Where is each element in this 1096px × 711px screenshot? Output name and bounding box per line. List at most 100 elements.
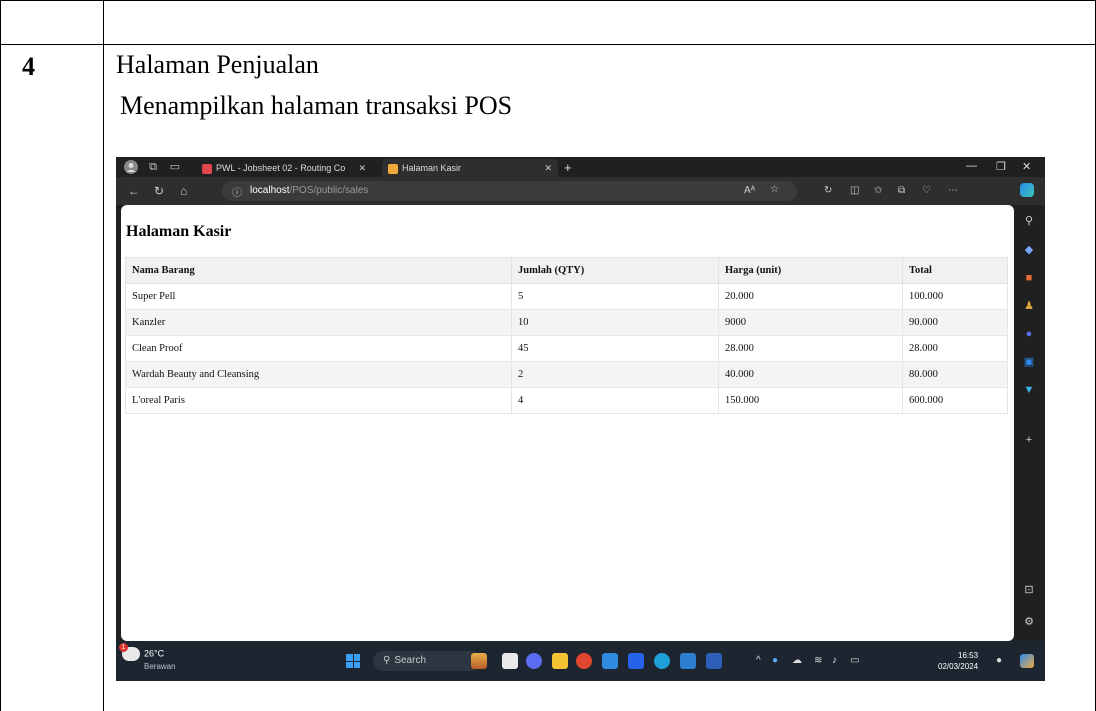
sidebar-copilot-icon[interactable]: ●: [1022, 327, 1036, 341]
table-row-divider: [0, 44, 1096, 45]
mail-icon[interactable]: [602, 653, 618, 669]
launcher-icon[interactable]: [628, 653, 644, 669]
vscode-icon[interactable]: [680, 653, 696, 669]
page-heading: Halaman Kasir: [126, 223, 232, 240]
cell-item-name: Wardah Beauty and Cleansing: [125, 361, 512, 388]
sidebar-settings-icon[interactable]: ⚙: [1022, 615, 1036, 629]
weather-widget[interactable]: 1 26°C Berawan: [119, 643, 176, 672]
tab-halaman-kasir[interactable]: Halaman Kasir ✕: [382, 159, 558, 177]
url-text: localhost/POS/public/sales: [250, 185, 369, 196]
sidebar-shopping-icon[interactable]: ◆: [1022, 243, 1036, 257]
sidebar-games-icon[interactable]: ♟: [1022, 299, 1036, 313]
tab-label: PWL - Jobsheet 02 - Routing Co: [216, 163, 346, 173]
cell-price: 40.000: [718, 361, 903, 388]
sidebar-screenshot-icon[interactable]: ⊡: [1022, 583, 1036, 597]
cell-total: 90.000: [902, 309, 1008, 336]
cell-item-name: L'oreal Paris: [125, 387, 512, 414]
profile-avatar-icon[interactable]: [124, 160, 138, 174]
edge-sidebar: ⚲ ◆ ■ ♟ ● ▣ ▼ + ⊡ ⚙: [1014, 205, 1045, 681]
sidebar-outlook-icon[interactable]: ▣: [1022, 355, 1036, 369]
tray-app-icon[interactable]: ●: [772, 655, 778, 666]
notification-badge: 1: [119, 643, 128, 652]
favorites-icon[interactable]: ✩: [874, 185, 882, 196]
copilot-refresh-icon[interactable]: ↻: [824, 185, 832, 196]
sidebar-drop-icon[interactable]: ▼: [1022, 383, 1036, 397]
favorite-star-icon[interactable]: ☆: [770, 184, 779, 195]
close-tab-icon[interactable]: ✕: [544, 159, 552, 177]
cell-qty: 10: [511, 309, 719, 336]
site-info-icon[interactable]: ⓘ: [232, 184, 242, 199]
time: 16:53: [958, 651, 979, 660]
section-title: Halaman Penjualan: [116, 50, 319, 79]
collections-icon[interactable]: ⧉: [898, 185, 905, 196]
windows-taskbar: 1 26°C Berawan ⚲ Search ^ ● ☁ ≋ ♪ ▭ 16:53 0…: [116, 641, 1045, 681]
table-row: Clean Proof 45 28.000 28.000: [125, 335, 1008, 362]
close-window-icon[interactable]: ✕: [1022, 160, 1031, 173]
sidebar-search-icon[interactable]: ⚲: [1022, 214, 1036, 228]
windows-start-icon[interactable]: [346, 654, 360, 668]
column-header: Harga (unit): [718, 257, 903, 284]
file-explorer-icon[interactable]: [552, 653, 568, 669]
table-header-row: Nama Barang Jumlah (QTY) Harga (unit) To…: [125, 257, 1008, 284]
minimize-icon[interactable]: —: [966, 160, 977, 172]
cell-total: 100.000: [902, 283, 1008, 310]
tab-actions-icon[interactable]: ▭: [168, 160, 182, 174]
refresh-icon[interactable]: ↻: [154, 184, 164, 198]
cell-price: 20.000: [718, 283, 903, 310]
column-header: Nama Barang: [125, 257, 512, 284]
edge-icon[interactable]: [654, 653, 670, 669]
cell-qty: 5: [511, 283, 719, 310]
copilot-taskbar-icon[interactable]: [1020, 654, 1034, 668]
sidebar-add-icon[interactable]: +: [1022, 433, 1036, 447]
cell-price: 9000: [718, 309, 903, 336]
table-row: Kanzler 10 9000 90.000: [125, 309, 1008, 336]
restore-icon[interactable]: ❐: [996, 160, 1006, 173]
cell-total: 600.000: [902, 387, 1008, 414]
copilot-icon[interactable]: [1020, 183, 1034, 197]
clock[interactable]: 16:53 02/03/2024: [938, 650, 978, 672]
onedrive-icon[interactable]: ☁: [792, 655, 802, 666]
tab-pwl-jobsheet[interactable]: PWL - Jobsheet 02 - Routing Co ✕: [196, 159, 372, 177]
read-aloud-icon[interactable]: Aᴬ: [744, 185, 755, 196]
chrome-icon[interactable]: [576, 653, 592, 669]
workspaces-icon[interactable]: ⧉: [146, 160, 160, 174]
widgets-app-icon[interactable]: [471, 653, 487, 669]
search-placeholder: Search: [394, 655, 427, 666]
new-tab-button[interactable]: +: [564, 159, 578, 177]
taskbar-search[interactable]: ⚲ Search: [373, 651, 481, 671]
search-icon: ⚲: [383, 655, 391, 666]
temperature: 26°C: [144, 648, 165, 659]
sidebar-tools-icon[interactable]: ■: [1022, 271, 1036, 285]
url-field[interactable]: ⓘ localhost/POS/public/sales Aᴬ ☆: [222, 181, 797, 201]
cell-qty: 2: [511, 361, 719, 388]
word-icon[interactable]: [706, 653, 722, 669]
column-header: Jumlah (QTY): [511, 257, 719, 284]
split-screen-icon[interactable]: ◫: [850, 185, 859, 196]
cell-qty: 4: [511, 387, 719, 414]
cloud-icon: 1: [119, 643, 140, 661]
close-tab-icon[interactable]: ✕: [358, 159, 366, 177]
cell-price: 28.000: [718, 335, 903, 362]
home-icon[interactable]: ⌂: [180, 184, 187, 198]
task-view-icon[interactable]: [502, 653, 518, 669]
cell-total: 28.000: [902, 335, 1008, 362]
pdf-favicon-icon: [202, 163, 212, 174]
browser-essentials-icon[interactable]: ♡: [922, 185, 931, 196]
table-row: Wardah Beauty and Cleansing 2 40.000 80.…: [125, 361, 1008, 388]
cell-price: 150.000: [718, 387, 903, 414]
more-options-icon[interactable]: ⋯: [948, 185, 958, 196]
address-bar: ← ↻ ⌂ ⓘ localhost/POS/public/sales Aᴬ ☆ …: [116, 177, 1045, 205]
volume-icon[interactable]: ♪: [832, 655, 837, 666]
back-icon[interactable]: ←: [128, 184, 140, 198]
date: 02/03/2024: [938, 662, 979, 671]
wifi-icon[interactable]: ≋: [814, 655, 822, 666]
cell-item-name: Super Pell: [125, 283, 512, 310]
tray-chevron-icon[interactable]: ^: [756, 655, 761, 666]
cell-qty: 45: [511, 335, 719, 362]
battery-icon[interactable]: ▭: [850, 655, 859, 666]
teams-chat-icon[interactable]: [526, 653, 542, 669]
web-page: Halaman Kasir Nama Barang Jumlah (QTY) H…: [121, 205, 1014, 641]
tab-bar: ⧉ ▭ PWL - Jobsheet 02 - Routing Co ✕ Hal…: [116, 157, 1045, 177]
notification-bell-icon[interactable]: ●: [996, 655, 1002, 666]
cell-total: 80.000: [902, 361, 1008, 388]
